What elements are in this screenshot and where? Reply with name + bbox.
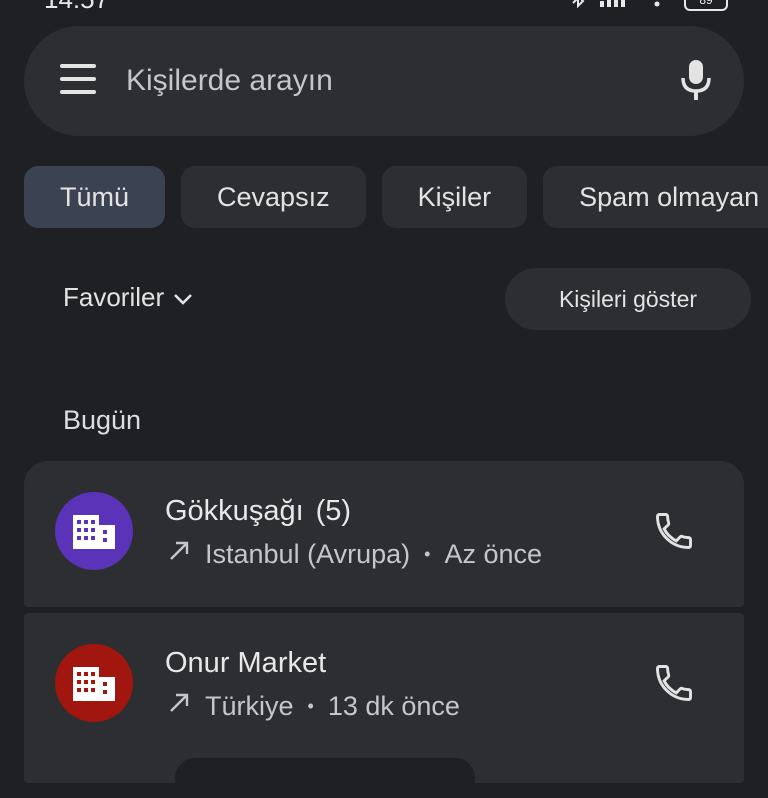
favorites-label: Favoriler [63, 282, 165, 312]
bluetooth-icon [570, 0, 586, 13]
floating-pill [175, 758, 475, 798]
chip-contacts[interactable]: Kişiler [381, 166, 528, 228]
chevron-down-icon [172, 282, 194, 313]
show-contacts-button[interactable]: Kişileri göster [505, 268, 751, 330]
chip-non-spam[interactable]: Spam olmayan [543, 166, 768, 228]
call-log-item[interactable]: Gökkuşağı (5) Istanbul (Avrupa) • Az önce [24, 461, 744, 607]
business-icon [73, 667, 115, 701]
outgoing-call-icon [167, 539, 191, 570]
favorites-toggle[interactable]: Favoriler [63, 282, 194, 313]
menu-icon[interactable] [60, 64, 96, 94]
filter-chips: Tümü Cevapsız Kişiler Spam olmayan [24, 166, 768, 228]
signal-icon [600, 0, 630, 12]
outgoing-call-icon [167, 691, 191, 722]
phone-icon[interactable] [652, 661, 696, 705]
call-location: Türkiye [205, 691, 294, 721]
wifi-icon [644, 0, 670, 12]
separator-dot: • [307, 696, 314, 716]
separator-dot: • [424, 544, 431, 564]
call-time: 13 dk önce [327, 691, 460, 721]
contact-name: Gökkuşağı (5) [165, 495, 352, 527]
microphone-icon[interactable] [678, 58, 714, 102]
avatar [55, 644, 133, 722]
chip-all[interactable]: Tümü [24, 166, 166, 228]
call-time: Az önce [444, 539, 542, 569]
chip-missed[interactable]: Cevapsız [181, 166, 366, 228]
battery-icon: 89 [684, 0, 728, 11]
status-icons: 89 [570, 0, 728, 13]
phone-icon[interactable] [652, 509, 696, 553]
call-details: Türkiye • 13 dk önce [167, 691, 460, 722]
section-title-today: Bugün [63, 405, 142, 435]
call-details: Istanbul (Avrupa) • Az önce [167, 539, 542, 570]
contact-name: Onur Market [165, 647, 327, 679]
search-bar[interactable]: Kişilerde arayın [24, 26, 744, 136]
call-count: (5) [315, 495, 352, 527]
status-time: 14:57 [44, 0, 109, 15]
business-icon [73, 515, 115, 549]
call-log-item[interactable]: Onur Market Türkiye • 13 dk önce [24, 613, 744, 798]
search-input[interactable]: Kişilerde arayın [126, 64, 333, 98]
avatar [55, 492, 133, 570]
call-location: Istanbul (Avrupa) [205, 539, 411, 569]
